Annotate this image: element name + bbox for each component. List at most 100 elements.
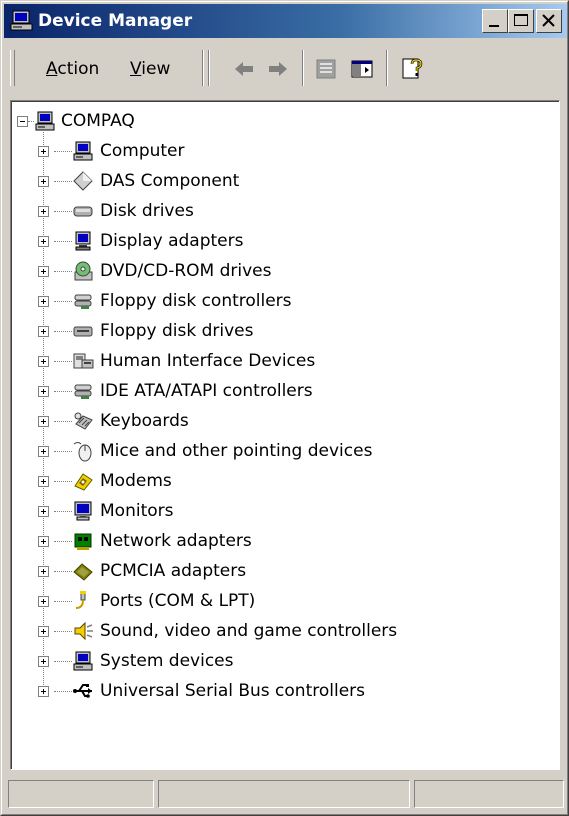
tree-connector bbox=[54, 271, 72, 272]
modem-icon bbox=[72, 470, 94, 492]
tree-item-label[interactable]: PCMCIA adapters bbox=[100, 560, 246, 582]
computer-icon bbox=[34, 110, 56, 132]
keyboard-icon bbox=[72, 410, 94, 432]
tree-connector bbox=[54, 151, 72, 152]
tree-item-label[interactable]: System devices bbox=[100, 650, 234, 672]
toolbar-separator bbox=[202, 50, 204, 86]
usb-icon bbox=[72, 680, 94, 702]
tree-expander[interactable] bbox=[38, 506, 49, 517]
show-hide-console-tree-icon[interactable] bbox=[348, 56, 376, 82]
tree-item-label[interactable]: Computer bbox=[100, 140, 185, 162]
title-bar[interactable]: Device Manager bbox=[4, 4, 567, 38]
status-pane-1 bbox=[8, 780, 154, 808]
cdrom-icon bbox=[72, 260, 94, 282]
status-bar bbox=[8, 776, 564, 812]
tree-expander[interactable] bbox=[38, 656, 49, 667]
tree-item-label[interactable]: IDE ATA/ATAPI controllers bbox=[100, 380, 313, 402]
tree-expander[interactable] bbox=[38, 476, 49, 487]
tree-expander[interactable] bbox=[38, 566, 49, 577]
toolbar-separator bbox=[386, 50, 388, 86]
menu-view[interactable]: View bbox=[130, 58, 170, 80]
tree-item-label[interactable]: Monitors bbox=[100, 500, 173, 522]
close-button[interactable] bbox=[536, 9, 562, 33]
tree-expander[interactable] bbox=[38, 356, 49, 367]
tree-item-label[interactable]: Human Interface Devices bbox=[100, 350, 315, 372]
tree-connector bbox=[54, 181, 72, 182]
back-arrow-icon[interactable] bbox=[230, 56, 258, 82]
tree-connector bbox=[54, 481, 72, 482]
mouse-icon bbox=[72, 440, 94, 462]
maximize-icon bbox=[514, 14, 528, 26]
minimize-icon bbox=[489, 25, 499, 27]
toolbar-separator bbox=[208, 50, 210, 86]
tree-connector bbox=[54, 631, 72, 632]
tree-item-label[interactable]: Keyboards bbox=[100, 410, 189, 432]
tree-item-label[interactable]: Floppy disk controllers bbox=[100, 290, 292, 312]
tree-item-label[interactable]: Sound, video and game controllers bbox=[100, 620, 397, 642]
tree-expander[interactable] bbox=[38, 176, 49, 187]
tree-expander[interactable] bbox=[38, 296, 49, 307]
maximize-button[interactable] bbox=[508, 9, 534, 33]
ide-controller-icon bbox=[72, 380, 94, 402]
pcmcia-icon bbox=[72, 560, 94, 582]
properties-icon[interactable] bbox=[312, 56, 340, 82]
status-pane-2 bbox=[158, 780, 410, 808]
toolbar-grip[interactable] bbox=[10, 50, 15, 86]
tree-expander[interactable] bbox=[38, 266, 49, 277]
tree-item-label[interactable]: Disk drives bbox=[100, 200, 194, 222]
network-adapter-icon bbox=[72, 530, 94, 552]
device-manager-window: Device Manager Action View COMPAQ Comput… bbox=[0, 0, 569, 816]
tree-connector bbox=[54, 661, 72, 662]
toolbar-separator bbox=[302, 50, 304, 86]
tree-item-label[interactable]: Mice and other pointing devices bbox=[100, 440, 372, 462]
tree-item-label[interactable]: DAS Component bbox=[100, 170, 239, 192]
tree-expander[interactable] bbox=[38, 626, 49, 637]
tree-item-label[interactable]: Network adapters bbox=[100, 530, 252, 552]
tree-connector bbox=[54, 511, 72, 512]
tree-expander[interactable] bbox=[38, 596, 49, 607]
help-icon[interactable] bbox=[398, 56, 426, 82]
tree-connector bbox=[54, 331, 72, 332]
tree-expander[interactable] bbox=[38, 236, 49, 247]
tree-item-label[interactable]: DVD/CD-ROM drives bbox=[100, 260, 271, 282]
tree-connector bbox=[54, 541, 72, 542]
tree-connector bbox=[54, 571, 72, 572]
das-component-icon bbox=[72, 170, 94, 192]
root-expander[interactable] bbox=[17, 116, 28, 127]
floppy-drive-icon bbox=[72, 320, 94, 342]
status-pane-3 bbox=[414, 780, 564, 808]
floppy-controller-icon bbox=[72, 290, 94, 312]
sound-icon bbox=[72, 620, 94, 642]
tree-item-label[interactable]: Display adapters bbox=[100, 230, 243, 252]
tree-expander[interactable] bbox=[38, 326, 49, 337]
device-tree[interactable]: COMPAQ Computer DAS Component Disk drives Di… bbox=[10, 100, 560, 770]
system-device-icon bbox=[72, 650, 94, 672]
tree-connector bbox=[54, 301, 72, 302]
hid-icon bbox=[72, 350, 94, 372]
tree-item-label[interactable]: Universal Serial Bus controllers bbox=[100, 680, 365, 702]
port-icon bbox=[72, 590, 94, 612]
tree-connector bbox=[54, 451, 72, 452]
device-manager-icon bbox=[10, 10, 33, 31]
tree-expander[interactable] bbox=[38, 446, 49, 457]
computer-icon bbox=[72, 140, 94, 162]
tree-item-label[interactable]: Modems bbox=[100, 470, 172, 492]
tree-expander[interactable] bbox=[38, 686, 49, 697]
tree-connector bbox=[54, 361, 72, 362]
window-title: Device Manager bbox=[38, 11, 193, 31]
tree-item-label[interactable]: Floppy disk drives bbox=[100, 320, 253, 342]
tree-item-label[interactable]: Ports (COM & LPT) bbox=[100, 590, 255, 612]
tree-expander[interactable] bbox=[38, 536, 49, 547]
minimize-button[interactable] bbox=[482, 9, 508, 33]
tree-root-label[interactable]: COMPAQ bbox=[61, 110, 135, 132]
tree-expander[interactable] bbox=[38, 146, 49, 157]
menu-action[interactable]: Action bbox=[46, 58, 99, 80]
tree-connector bbox=[54, 241, 72, 242]
disk-drive-icon bbox=[72, 200, 94, 222]
forward-arrow-icon[interactable] bbox=[264, 56, 292, 82]
tree-expander[interactable] bbox=[38, 206, 49, 217]
tree-connector bbox=[54, 601, 72, 602]
tree-connector bbox=[54, 691, 72, 692]
tree-expander[interactable] bbox=[38, 386, 49, 397]
tree-expander[interactable] bbox=[38, 416, 49, 427]
